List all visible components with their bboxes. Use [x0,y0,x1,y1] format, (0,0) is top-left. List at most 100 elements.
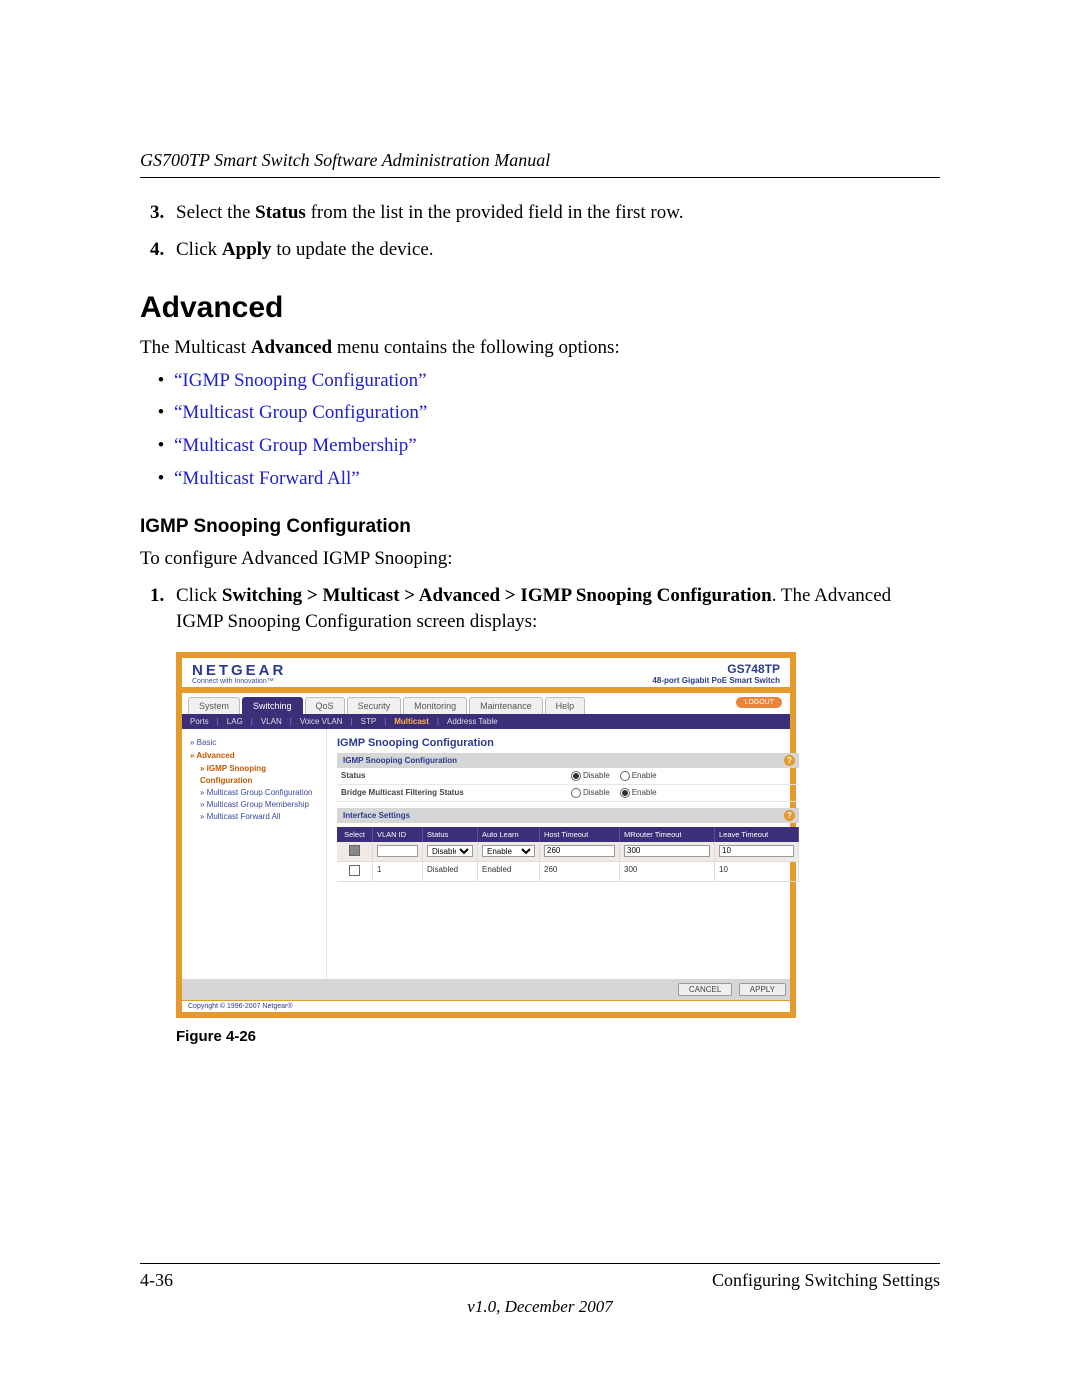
row-checkbox[interactable] [349,865,360,876]
subnav-vlan[interactable]: VLAN [259,717,284,726]
link-multicast-group-membership[interactable]: “Multicast Group Membership” [174,433,417,460]
autolearn-select[interactable]: Enable [482,845,535,857]
mrouter-timeout-input[interactable] [624,845,710,857]
logout-button[interactable]: LOGOUT [736,697,782,708]
tab-security[interactable]: Security [347,697,402,714]
help-icon[interactable]: ? [784,755,795,766]
step-4: 4. Click Apply to update the device. [140,237,940,264]
host-timeout-input[interactable] [544,845,615,857]
col-select: Select [337,827,373,842]
text: Click [176,585,222,606]
tab-qos[interactable]: QoS [305,697,345,714]
text: Select the [176,202,255,223]
step-number: 3. [140,200,176,227]
section-name: Configuring Switching Settings [712,1270,940,1291]
copyright: Copyright © 1996-2007 Netgear® [182,1000,790,1012]
table-header: Select VLAN ID Status Auto Learn Host Ti… [337,827,799,842]
select-all-checkbox[interactable] [349,845,360,856]
text: menu contains the following options: [332,337,620,358]
radio-icon [620,788,630,798]
model-desc: 48-port Gigabit PoE Smart Switch [652,676,780,685]
link-igmp-snooping[interactable]: “IGMP Snooping Configuration” [174,368,427,395]
cancel-button[interactable]: CANCEL [678,983,732,996]
text: Click [176,239,222,260]
bullet-dot-icon: • [148,466,174,493]
section-interface-head: Interface Settings ? [337,808,799,823]
col-status: Status [423,827,478,842]
text: The Multicast [140,337,251,358]
subnav-address-table[interactable]: Address Table [445,717,500,726]
help-icon[interactable]: ? [784,810,795,821]
radio-status-enable[interactable]: Enable [620,771,657,781]
link-multicast-forward-all[interactable]: “Multicast Forward All” [174,466,360,493]
sub-nav: Ports| LAG| VLAN| Voice VLAN| STP| Multi… [182,714,790,729]
tab-monitoring[interactable]: Monitoring [403,697,467,714]
tab-help[interactable]: Help [545,697,586,714]
step-text: Click Switching > Multicast > Advanced >… [176,583,940,636]
rule-top [140,177,940,178]
bullet-item: • “Multicast Group Membership” [148,433,940,460]
col-auto: Auto Learn [478,827,540,842]
text: to update the device. [272,239,434,260]
link-multicast-group-config[interactable]: “Multicast Group Configuration” [174,400,427,427]
section-igmp-head: IGMP Snooping Configuration ? [337,753,799,768]
leave-timeout-input[interactable] [719,845,794,857]
table-edit-row: Disable Enable [337,842,799,862]
radio-icon [571,771,581,781]
radio-status-disable[interactable]: Disable [571,771,610,781]
side-item-igmp[interactable]: IGMP Snooping Configuration [200,763,320,785]
side-item-mfa[interactable]: Multicast Forward All [200,811,320,822]
bullet-item: • “Multicast Group Configuration” [148,400,940,427]
status-select[interactable]: Disable [427,845,473,857]
rule-bottom [140,1263,940,1264]
col-mrouter: MRouter Timeout [620,827,715,842]
table-row: 1 Disabled Enabled 260 300 10 [337,862,799,882]
side-item-mgc[interactable]: Multicast Group Configuration [200,787,320,798]
step-3: 3. Select the Status from the list in th… [140,200,940,227]
step-number: 1. [140,583,176,636]
row-status: Status Disable Enable [337,768,799,785]
subnav-stp[interactable]: STP [359,717,379,726]
col-vlan: VLAN ID [373,827,423,842]
side-basic[interactable]: Basic [190,737,320,748]
vlan-input[interactable] [377,845,418,857]
h2-intro: To configure Advanced IGMP Snooping: [140,546,940,573]
radio-label: Enable [632,788,657,797]
tab-switching[interactable]: Switching [242,697,303,714]
brand-tagline: Connect with Innovation™ [192,678,286,685]
subnav-multicast[interactable]: Multicast [392,717,431,726]
side-item-mgm[interactable]: Multicast Group Membership [200,799,320,810]
radio-bridge-disable[interactable]: Disable [571,788,610,798]
row-bridge-filtering: Bridge Multicast Filtering Status Disabl… [337,785,799,802]
running-head: GS700TP Smart Switch Software Administra… [140,150,940,171]
panel-title: IGMP Snooping Configuration [337,737,799,749]
bullet-item: • “IGMP Snooping Configuration” [148,368,940,395]
cell-auto: Enabled [478,862,540,881]
subnav-voice-vlan[interactable]: Voice VLAN [298,717,345,726]
subnav-lag[interactable]: LAG [225,717,245,726]
netgear-logo: NETGEAR [192,662,286,679]
tab-maintenance[interactable]: Maintenance [469,697,543,714]
apply-button[interactable]: APPLY [739,983,786,996]
col-host: Host Timeout [540,827,620,842]
heading-advanced: Advanced [140,291,940,325]
bold-path: Switching > Multicast > Advanced > IGMP … [222,585,772,606]
bullet-dot-icon: • [148,433,174,460]
cell-mrouter: 300 [620,862,715,881]
bridge-label: Bridge Multicast Filtering Status [341,788,571,797]
cell-host: 260 [540,862,620,881]
step-1: 1. Click Switching > Multicast > Advance… [140,583,940,636]
bullet-dot-icon: • [148,368,174,395]
top-tabs: System Switching QoS Security Monitoring… [182,693,790,714]
bold: Status [255,202,306,223]
interface-table: Select VLAN ID Status Auto Learn Host Ti… [337,827,799,882]
status-label: Status [341,771,571,780]
tab-system[interactable]: System [188,697,240,714]
side-advanced[interactable]: Advanced [190,750,320,761]
intro-paragraph: The Multicast Advanced menu contains the… [140,335,940,362]
cell-leave: 10 [715,862,799,881]
bold: Advanced [251,337,332,358]
subnav-ports[interactable]: Ports [188,717,211,726]
radio-bridge-enable[interactable]: Enable [620,788,657,798]
radio-icon [620,771,630,781]
